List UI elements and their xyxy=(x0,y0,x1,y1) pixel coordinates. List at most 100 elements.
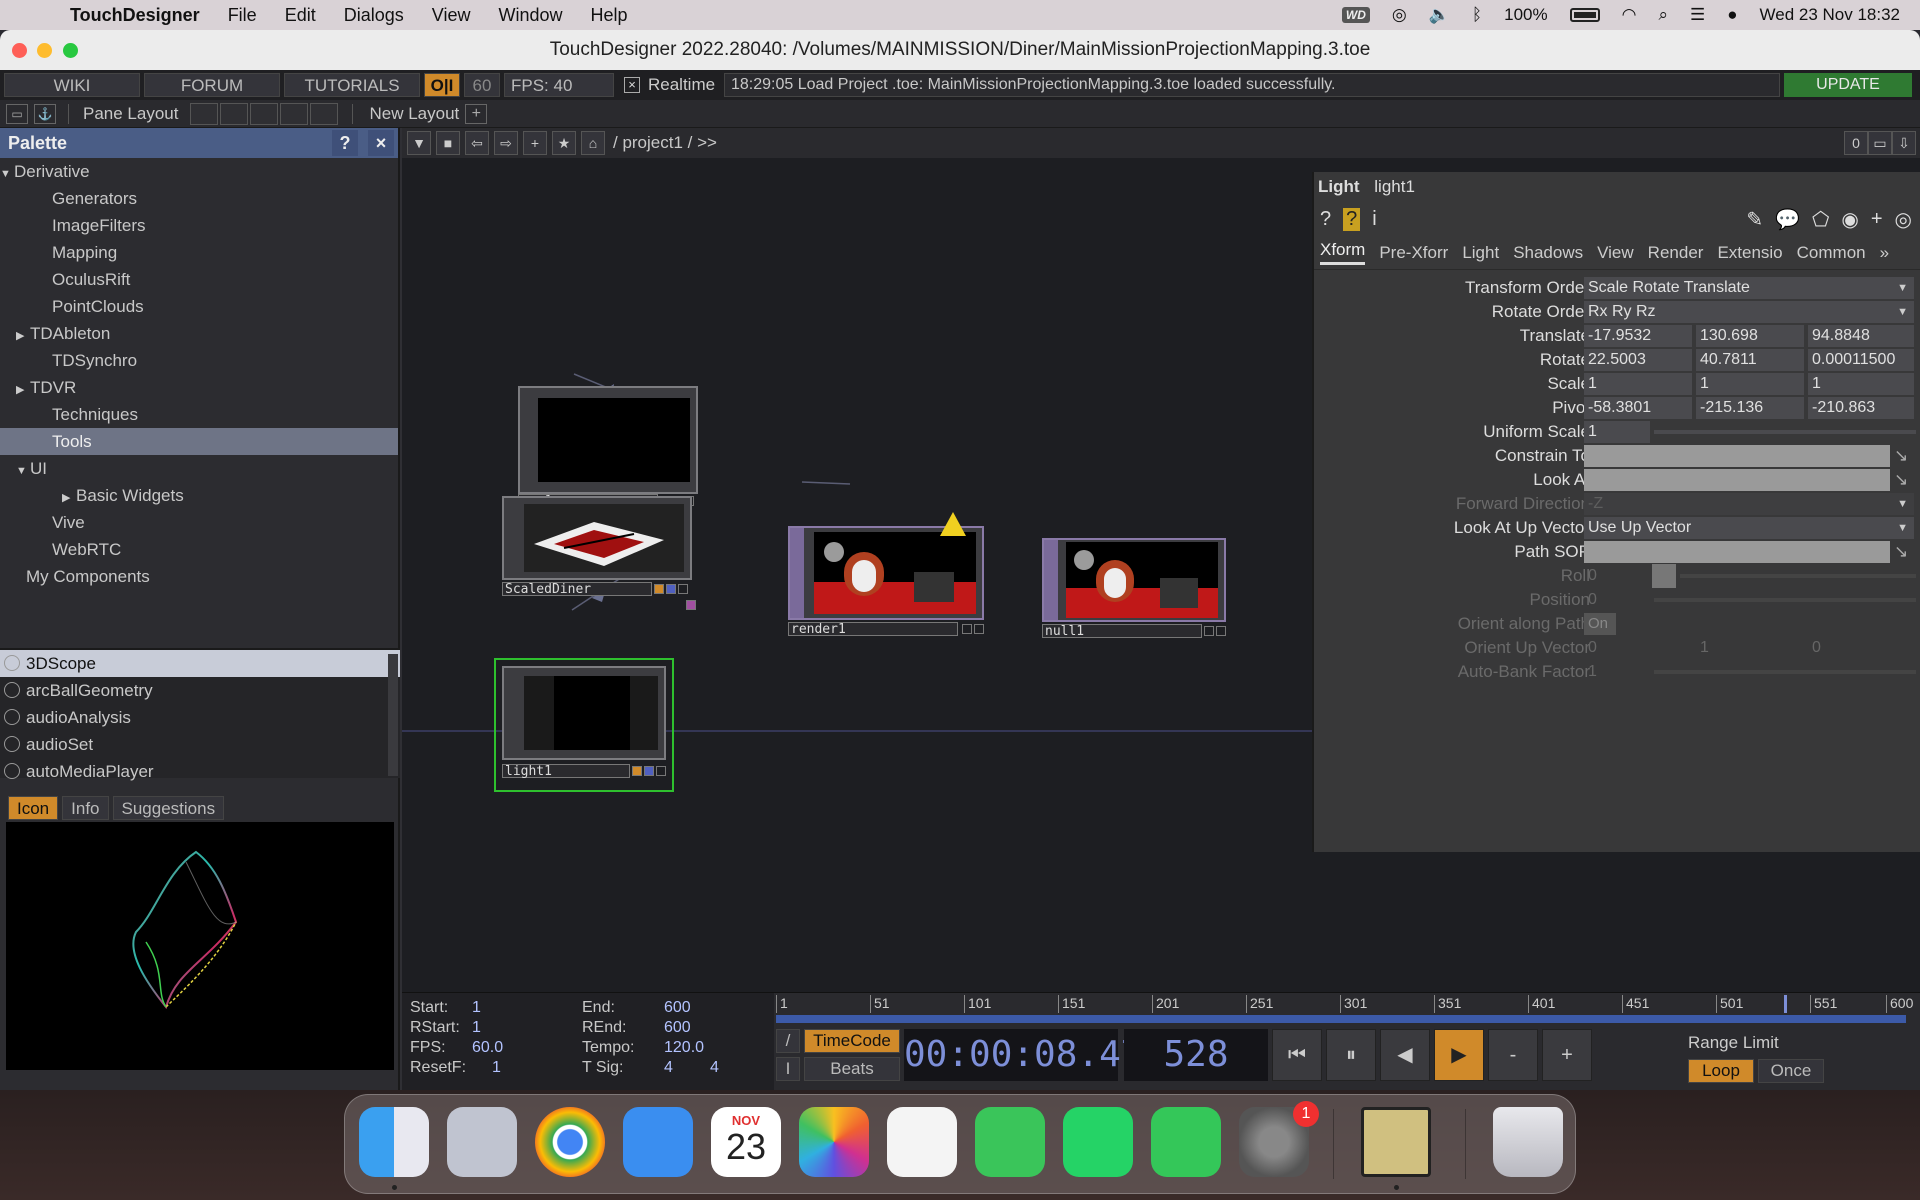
menu-view[interactable]: View xyxy=(432,5,471,26)
resetf-value[interactable]: 1 xyxy=(492,1059,501,1077)
flag[interactable] xyxy=(974,624,984,634)
rotate-z-field[interactable]: 0.00011500 xyxy=(1808,349,1914,371)
timecode-toggle[interactable]: TimeCode xyxy=(804,1029,900,1053)
operator-name[interactable]: light1 xyxy=(1374,177,1415,196)
uniform-scale-field[interactable]: 1 xyxy=(1584,421,1650,443)
pivot-z-field[interactable]: -210.863 xyxy=(1808,397,1914,419)
tree-item[interactable]: Mapping xyxy=(0,239,398,266)
flag[interactable] xyxy=(666,584,676,594)
volume-icon[interactable]: 🔈 xyxy=(1429,5,1450,25)
mail-icon[interactable] xyxy=(623,1107,693,1177)
play-button[interactable]: ▶ xyxy=(1434,1029,1484,1081)
node-null1[interactable]: null1 xyxy=(1042,538,1232,656)
pivot-y-field[interactable]: -215.136 xyxy=(1696,397,1804,419)
menu-file[interactable]: File xyxy=(228,5,257,26)
flag[interactable] xyxy=(1204,626,1214,636)
tab-suggestions[interactable]: Suggestions xyxy=(112,796,225,820)
node-render1[interactable]: render1 xyxy=(788,512,988,656)
cook-rate-field[interactable]: 60 xyxy=(464,73,500,97)
messages-icon[interactable] xyxy=(975,1107,1045,1177)
look-at-up-dropdown[interactable]: Use Up Vector xyxy=(1584,517,1914,539)
finder-icon[interactable] xyxy=(359,1107,429,1177)
timeline-ruler[interactable]: 1 51 101 151 201 251 301 351 401 451 501… xyxy=(776,995,1920,1013)
step-minus-button[interactable]: - xyxy=(1488,1029,1538,1081)
auto-bank-field[interactable]: 1 xyxy=(1584,661,1644,683)
frame-display[interactable]: 528 xyxy=(1124,1029,1268,1081)
path-sop-field[interactable] xyxy=(1584,541,1890,563)
palette-close-button[interactable]: × xyxy=(368,130,394,156)
tab-render[interactable]: Render xyxy=(1648,243,1704,263)
uniform-scale-slider[interactable] xyxy=(1654,430,1916,434)
realtime-checkbox[interactable]: × xyxy=(624,77,640,93)
tree-item[interactable]: My Components xyxy=(0,563,398,590)
tree-item[interactable]: ▼ Derivative xyxy=(0,158,398,185)
collapse-arrow-icon[interactable]: ▼ xyxy=(0,161,14,188)
tempo-value[interactable]: 120.0 xyxy=(664,1039,704,1057)
reminders-icon[interactable] xyxy=(887,1107,957,1177)
launchpad-icon[interactable] xyxy=(447,1107,517,1177)
pane-anchor-icon[interactable]: ⚓ xyxy=(34,103,56,124)
loop-toggle[interactable]: Loop xyxy=(1688,1059,1754,1083)
pause-button[interactable]: ⏸ xyxy=(1326,1029,1376,1081)
tsig-numerator[interactable]: 4 xyxy=(664,1059,673,1077)
orient-up-z-field[interactable]: 0 xyxy=(1808,637,1914,659)
menu-edit[interactable]: Edit xyxy=(285,5,316,26)
scale-y-field[interactable]: 1 xyxy=(1696,373,1804,395)
pivot-x-field[interactable]: -58.3801 xyxy=(1584,397,1692,419)
control-center-icon[interactable]: ☰ xyxy=(1690,5,1705,25)
tab-pre-xform[interactable]: Pre-Xforr xyxy=(1379,243,1448,263)
playhead[interactable] xyxy=(1784,995,1787,1013)
start-value[interactable]: 1 xyxy=(472,999,481,1017)
list-item[interactable]: 3DScope xyxy=(0,650,400,677)
battery-icon[interactable] xyxy=(1569,8,1600,22)
expand-arrow-icon[interactable]: ▶ xyxy=(16,323,30,350)
tree-item[interactable]: ▶ TDVR xyxy=(0,374,398,401)
beats-toggle[interactable]: Beats xyxy=(804,1057,900,1081)
tree-item[interactable]: ▼ UI xyxy=(0,455,398,482)
tree-item[interactable]: ▶ Basic Widgets xyxy=(0,482,398,509)
tab-extensions[interactable]: Extensio xyxy=(1717,243,1782,263)
orient-up-y-field[interactable]: 1 xyxy=(1696,637,1804,659)
rotate-y-field[interactable]: 40.7811 xyxy=(1696,349,1804,371)
comment-icon[interactable]: 💬 xyxy=(1775,207,1800,232)
menu-dialogs[interactable]: Dialogs xyxy=(344,5,404,26)
layout-split-v-button[interactable] xyxy=(220,102,249,125)
node-name[interactable]: render1 xyxy=(788,622,958,637)
look-at-pick-icon[interactable]: ↘ xyxy=(1894,470,1908,490)
flag[interactable] xyxy=(656,766,666,776)
network-zero-readout[interactable]: 0 xyxy=(1844,131,1868,155)
help-icon[interactable]: ? xyxy=(1320,208,1331,231)
tree-item[interactable]: Tools xyxy=(0,428,398,455)
constrain-to-field[interactable] xyxy=(1584,445,1890,467)
tree-item[interactable]: ImageFilters xyxy=(0,212,398,239)
whatsapp-icon[interactable] xyxy=(1063,1107,1133,1177)
node-output-flag[interactable] xyxy=(686,600,696,610)
component-list-scrollbar[interactable] xyxy=(388,654,398,776)
bluetooth-icon[interactable]: ᛒ xyxy=(1472,5,1482,25)
creative-cloud-icon[interactable]: ◎ xyxy=(1392,5,1407,25)
list-item[interactable]: arcBallGeometry xyxy=(0,677,400,704)
list-item[interactable]: autoMediaPlayer xyxy=(0,758,400,785)
position-slider[interactable] xyxy=(1654,598,1916,602)
tree-item[interactable]: Techniques xyxy=(0,401,398,428)
layout-split-h-button[interactable] xyxy=(250,102,279,125)
edit-pencil-icon[interactable]: ✎ xyxy=(1746,207,1763,232)
auto-bank-slider[interactable] xyxy=(1654,670,1916,674)
pane-image-icon[interactable]: ▭ xyxy=(6,103,28,124)
flag[interactable] xyxy=(962,624,972,634)
touchdesigner-icon[interactable] xyxy=(1361,1107,1431,1177)
forward-direction-dropdown[interactable]: -Z xyxy=(1584,493,1914,515)
app-menu[interactable]: TouchDesigner xyxy=(70,5,200,26)
once-toggle[interactable]: Once xyxy=(1758,1059,1824,1083)
add-param-icon[interactable]: + xyxy=(1871,208,1883,231)
flag[interactable] xyxy=(1216,626,1226,636)
rotate-x-field[interactable]: 22.5003 xyxy=(1584,349,1692,371)
node-name[interactable]: ScaledDiner xyxy=(502,582,652,597)
facetime-icon[interactable] xyxy=(1151,1107,1221,1177)
tab-xform[interactable]: Xform xyxy=(1320,240,1366,265)
tree-item[interactable]: Vive xyxy=(0,509,398,536)
expand-arrow-icon[interactable]: ▶ xyxy=(16,377,30,404)
clone-icon[interactable]: ⬠ xyxy=(1812,207,1829,232)
info-icon[interactable]: i xyxy=(1372,208,1376,231)
translate-z-field[interactable]: 94.8848 xyxy=(1808,325,1914,347)
